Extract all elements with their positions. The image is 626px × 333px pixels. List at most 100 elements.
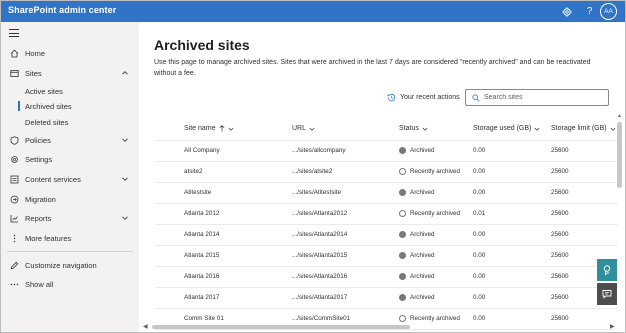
sidebar-item-archived-sites[interactable]: Archived sites [1,98,139,114]
cell-name: Atitestsite [184,189,211,196]
recently-archived-icon [399,168,406,175]
column-header-storage-used[interactable]: Storage used (GB) [473,125,540,132]
scroll-right-arrow-icon[interactable]: ▶ [610,323,615,330]
cell-text: 0.00 [473,231,486,238]
cell-text: Atlanta 2017 [184,294,220,301]
cell-status: Archived [399,231,435,238]
column-header-storage-limit[interactable]: Storage limit (GB) [551,125,616,132]
scroll-up-arrow-icon[interactable]: ▲ [617,113,622,119]
search-input[interactable] [484,92,604,103]
sidebar-item-label: Home [25,48,46,58]
reports-icon [9,213,19,223]
recently-archived-icon [399,315,406,322]
cell-text: 25600 [551,315,569,322]
cell-text: Recently archived [410,168,461,175]
cell-text: 0.00 [473,315,486,322]
cell-text: Atlanta 2014 [184,231,220,238]
sidebar-item-policies[interactable]: Policies [1,132,139,148]
page-description: Use this page to manage archived sites. … [154,59,591,77]
vertical-scrollbar[interactable] [617,122,622,188]
table-row[interactable]: Atlanta 2012 .../sites/Atlanta2012 Recentl… [156,204,618,225]
chevron-up-icon[interactable] [121,69,129,77]
cell-text: 0.00 [473,168,486,175]
sidebar-item-reports[interactable]: Reports [1,210,139,226]
cell-text: Recently archived [410,210,461,217]
column-header-label: Status [399,125,419,132]
sidebar-item-label: Migration [25,194,56,204]
cell-status: Archived [399,294,435,301]
cell-text: Recently archived [410,315,461,322]
sidebar-item-home[interactable]: Home [1,45,139,61]
sidebar-item-customize-navigation[interactable]: Customize navigation [1,257,139,273]
table-row[interactable]: Atitestsite .../sites/Atitestsite Archived… [156,183,618,204]
sidebar-item-label: Policies [25,135,51,145]
column-header-url[interactable]: URL [292,125,315,132]
table-row[interactable]: Atlanta 2015 .../sites/Atlanta2015 Archive… [156,246,618,267]
cell-url: .../sites/Atitestsite [292,189,341,196]
cell-url: .../sites/allcompany [292,147,346,154]
cell-text: 25600 [551,168,569,175]
cell-text: Archived [410,252,435,259]
sidebar-divider [7,251,133,252]
sidebar-item-sites[interactable]: Sites [1,65,139,81]
sidebar-item-show-all[interactable]: Show all [1,276,139,292]
table-row[interactable]: All Company .../sites/allcompany Archived 0… [156,141,618,162]
page-title: Archived sites [154,37,250,53]
chevron-down-icon [228,127,233,131]
cell-text: Comm Site 01 [184,315,224,322]
cell-url: .../sites/Atlanta2012 [292,210,347,217]
top-bar: SharePoint admin center ? AA [1,1,625,22]
cell-text: 25600 [551,189,569,196]
chevron-down-icon[interactable] [121,136,129,144]
feedback-button[interactable] [597,283,617,305]
app-title[interactable]: SharePoint admin center [8,5,116,15]
recent-actions-button[interactable]: Your recent actions [387,93,460,102]
archived-icon [399,189,406,196]
recent-actions-label: Your recent actions [400,94,460,101]
table-row[interactable]: Atlanta 2017 .../sites/Atlanta2017 Archive… [156,288,618,309]
sidebar-item-more-features[interactable]: More features [1,230,139,246]
column-header-label: Storage limit (GB) [551,125,607,132]
sidebar-item-settings[interactable]: Settings [1,151,139,167]
chevron-down-icon[interactable] [121,175,129,183]
sidebar-item-label: Content services [25,174,81,184]
cell-used: 0.00 [473,189,485,196]
gear-icon[interactable] [559,4,574,19]
cell-name: Atlanta 2017 [184,294,219,301]
cell-status: Recently archived [399,168,460,175]
sidebar-item-migration[interactable]: Migration [1,191,139,207]
chat-help-button[interactable] [597,259,617,281]
cell-limit: 25600 [551,273,569,280]
sidebar: Home Sites Active sites Archived sites D… [1,22,139,332]
search-box[interactable] [465,89,609,106]
cell-text: 0.01 [473,210,486,217]
policies-icon [9,135,19,145]
hamburger-icon[interactable] [9,29,19,37]
table-row[interactable]: Atlanta 2014 .../sites/Atlanta2014 Archive… [156,225,618,246]
cell-status: Recently archived [399,210,460,217]
cell-text: .../sites/Atitestsite [292,189,341,196]
cell-name: Atlanta 2014 [184,231,219,238]
cell-text: 25600 [551,210,569,217]
table-row[interactable]: atsite2 .../sites/atsite2 Recently archive… [156,162,618,183]
archived-icon [399,147,406,154]
cell-url: .../sites/Atlanta2017 [292,294,347,301]
cell-url: .../sites/Atlanta2015 [292,252,347,259]
cell-name: Atlanta 2015 [184,252,219,259]
chevron-down-icon [610,127,616,131]
column-header-status[interactable]: Status [399,125,428,132]
column-header-site-name[interactable]: Site name [184,125,234,132]
sidebar-item-content-services[interactable]: Content services [1,171,139,187]
cell-text: Archived [410,273,435,280]
horizontal-scrollbar[interactable] [152,325,410,329]
help-icon[interactable]: ? [582,4,597,19]
chevron-down-icon[interactable] [121,214,129,222]
table-row[interactable]: Atlanta 2016 .../sites/Atlanta2016 Archive… [156,267,618,288]
avatar[interactable]: AA [600,3,617,20]
archived-icon [399,252,406,259]
cell-text: Atlanta 2015 [184,252,220,259]
sidebar-item-deleted-sites[interactable]: Deleted sites [1,114,139,130]
scroll-left-arrow-icon[interactable]: ◀ [143,323,148,330]
sidebar-item-active-sites[interactable]: Active sites [1,83,139,99]
more-features-icon [9,233,19,243]
